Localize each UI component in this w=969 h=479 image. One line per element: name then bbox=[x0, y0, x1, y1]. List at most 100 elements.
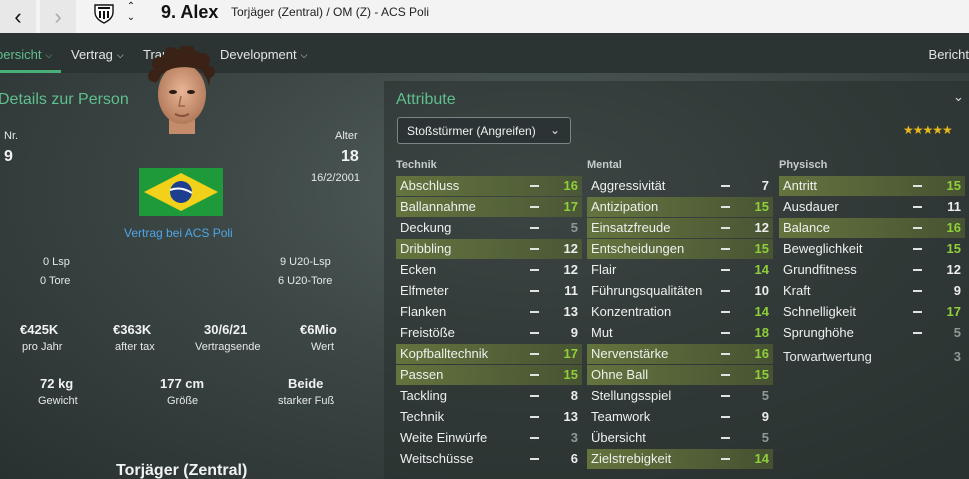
brazil-flag-icon bbox=[139, 168, 223, 216]
chevron-down-icon[interactable]: ⌄ bbox=[953, 89, 964, 105]
attribute-name: Ohne Ball bbox=[591, 367, 649, 382]
attribute-row[interactable]: Ohne Ball 15 bbox=[587, 365, 773, 385]
attribute-name: Kopfballtechnik bbox=[400, 346, 489, 361]
attribute-value: 11 bbox=[947, 199, 961, 214]
attribute-row[interactable]: Grundfitness 12 bbox=[779, 260, 965, 280]
attribute-row[interactable]: Entscheidungen 15 bbox=[587, 239, 773, 259]
attribute-row[interactable]: Ausdauer 11 bbox=[779, 197, 965, 217]
attribute-row[interactable]: Mut 18 bbox=[587, 323, 773, 343]
attribute-name: Mut bbox=[591, 325, 613, 340]
minus-icon bbox=[721, 374, 730, 376]
attribute-row[interactable]: Kopfballtechnik 17 bbox=[396, 344, 582, 364]
club-crest-icon bbox=[94, 4, 114, 24]
date-of-birth: 16/2/2001 bbox=[311, 172, 360, 184]
attribute-row[interactable]: Antritt 15 bbox=[779, 176, 965, 196]
attribute-row[interactable]: Einsatzfreude 12 bbox=[587, 218, 773, 238]
attribute-name: Ausdauer bbox=[783, 199, 839, 214]
attribute-row[interactable]: Antizipation 15 bbox=[587, 197, 773, 217]
attribute-name: Sprunghöhe bbox=[783, 325, 854, 340]
attribute-row[interactable]: Technik 13 bbox=[396, 407, 582, 427]
attribute-name: Passen bbox=[400, 367, 444, 382]
attribute-value: 10 bbox=[754, 283, 769, 298]
attribute-row[interactable]: Weitschüsse 6 bbox=[396, 449, 582, 469]
attribute-row[interactable]: Stellungsspiel 5 bbox=[587, 386, 773, 406]
tab-contract-label: Vertrag bbox=[71, 47, 113, 62]
attribute-row[interactable]: Nervenstärke 16 bbox=[587, 344, 773, 364]
player-subtitle: Torjäger (Zentral) / OM (Z) - ACS Poli bbox=[231, 5, 430, 19]
chevron-down-icon[interactable]: ⌄ bbox=[124, 12, 138, 23]
tab-report[interactable]: Bericht bbox=[929, 47, 969, 62]
player-portrait bbox=[148, 46, 215, 134]
salary-after-tax-label: after tax bbox=[115, 341, 155, 353]
role-select-dropdown[interactable]: Stoßstürmer (Angreifen) ⌄ bbox=[397, 117, 571, 144]
minus-icon bbox=[913, 311, 922, 313]
attribute-name: Balance bbox=[783, 220, 830, 235]
attribute-row[interactable]: Dribbling 12 bbox=[396, 239, 582, 259]
height-label: Größe bbox=[167, 395, 199, 407]
attribute-row[interactable]: Freistöße 9 bbox=[396, 323, 582, 343]
minus-icon bbox=[721, 311, 730, 313]
attribute-row[interactable]: Tackling 8 bbox=[396, 386, 582, 406]
attribute-row[interactable]: Zielstrebigkeit 14 bbox=[587, 449, 773, 469]
minus-icon bbox=[913, 185, 922, 187]
national-goals: 0 Tore bbox=[40, 275, 71, 287]
minus-icon bbox=[530, 374, 539, 376]
attribute-value: 8 bbox=[570, 388, 578, 403]
minus-icon bbox=[913, 269, 922, 271]
attribute-row[interactable]: Ballannahme 17 bbox=[396, 197, 582, 217]
attribute-name: Ballannahme bbox=[400, 199, 476, 214]
attribute-row[interactable]: Führungsqualitäten 10 bbox=[587, 281, 773, 301]
chevron-up-icon[interactable]: ⌃ bbox=[124, 1, 138, 12]
u20-caps: 9 U20-Lsp bbox=[280, 256, 331, 268]
attribute-value: 17 bbox=[563, 346, 578, 361]
column-heading-physisch: Physisch bbox=[779, 159, 828, 171]
attribute-value: 11 bbox=[564, 283, 578, 298]
attribute-value: 5 bbox=[570, 220, 578, 235]
attribute-name: Schnelligkeit bbox=[783, 304, 856, 319]
attribute-row[interactable]: Teamwork 9 bbox=[587, 407, 773, 427]
forward-button[interactable]: › bbox=[40, 0, 76, 33]
tab-contract[interactable]: Vertrag ⌵ bbox=[71, 47, 124, 62]
attribute-name: Technik bbox=[400, 409, 445, 424]
attribute-row[interactable]: Elfmeter 11 bbox=[396, 281, 582, 301]
attribute-name: Dribbling bbox=[400, 241, 452, 256]
minus-icon bbox=[721, 437, 730, 439]
chevron-down-icon: ⌄ bbox=[549, 123, 560, 137]
attribute-row[interactable]: Passen 15 bbox=[396, 365, 582, 385]
attribute-row[interactable]: Aggressivität 7 bbox=[587, 176, 773, 196]
attribute-row[interactable]: Abschluss 16 bbox=[396, 176, 582, 196]
attribute-value: 15 bbox=[754, 241, 769, 256]
player-switcher[interactable]: ⌃ ⌄ bbox=[124, 1, 138, 23]
attribute-value: 9 bbox=[761, 409, 769, 424]
attribute-row[interactable]: Flair 14 bbox=[587, 260, 773, 280]
minus-icon bbox=[530, 332, 539, 334]
attribute-row[interactable]: Weite Einwürfe 3 bbox=[396, 428, 582, 448]
attribute-row[interactable]: Konzentration 14 bbox=[587, 302, 773, 322]
attribute-row[interactable]: Übersicht 5 bbox=[587, 428, 773, 448]
attribute-row[interactable]: Beweglichkeit 15 bbox=[779, 239, 965, 259]
attribute-name: Flair bbox=[591, 262, 617, 277]
attribute-row[interactable]: Deckung 5 bbox=[396, 218, 582, 238]
attribute-row[interactable]: Kraft 9 bbox=[779, 281, 965, 301]
tab-overview[interactable]: bersicht ⌵ bbox=[0, 47, 52, 62]
attribute-row[interactable]: Ecken 12 bbox=[396, 260, 582, 280]
minus-icon bbox=[530, 437, 539, 439]
attribute-row[interactable]: Sprunghöhe 5 bbox=[779, 323, 965, 343]
minus-icon bbox=[913, 248, 922, 250]
minus-icon bbox=[530, 269, 539, 271]
back-button[interactable]: ‹ bbox=[0, 0, 36, 33]
attribute-name: Flanken bbox=[400, 304, 447, 319]
attribute-row[interactable]: Balance 16 bbox=[779, 218, 965, 238]
attribute-value: 12 bbox=[563, 262, 578, 277]
tab-development[interactable]: Development ⌵ bbox=[220, 47, 307, 62]
title-bar: ‹ › ⌃ ⌄ 9. Alex Torjäger (Zentral) / OM … bbox=[0, 0, 969, 33]
role-heading: Torjäger (Zentral) bbox=[116, 462, 248, 479]
contract-club-link[interactable]: Vertrag bei ACS Poli bbox=[124, 226, 233, 240]
market-value: €6Mio bbox=[300, 322, 337, 337]
attribute-row[interactable]: Schnelligkeit 17 bbox=[779, 302, 965, 322]
attribute-name: Führungsqualitäten bbox=[591, 283, 703, 298]
attribute-value: 9 bbox=[570, 325, 578, 340]
attribute-name: Tackling bbox=[400, 388, 447, 403]
attribute-value: 12 bbox=[563, 241, 578, 256]
attribute-row[interactable]: Flanken 13 bbox=[396, 302, 582, 322]
